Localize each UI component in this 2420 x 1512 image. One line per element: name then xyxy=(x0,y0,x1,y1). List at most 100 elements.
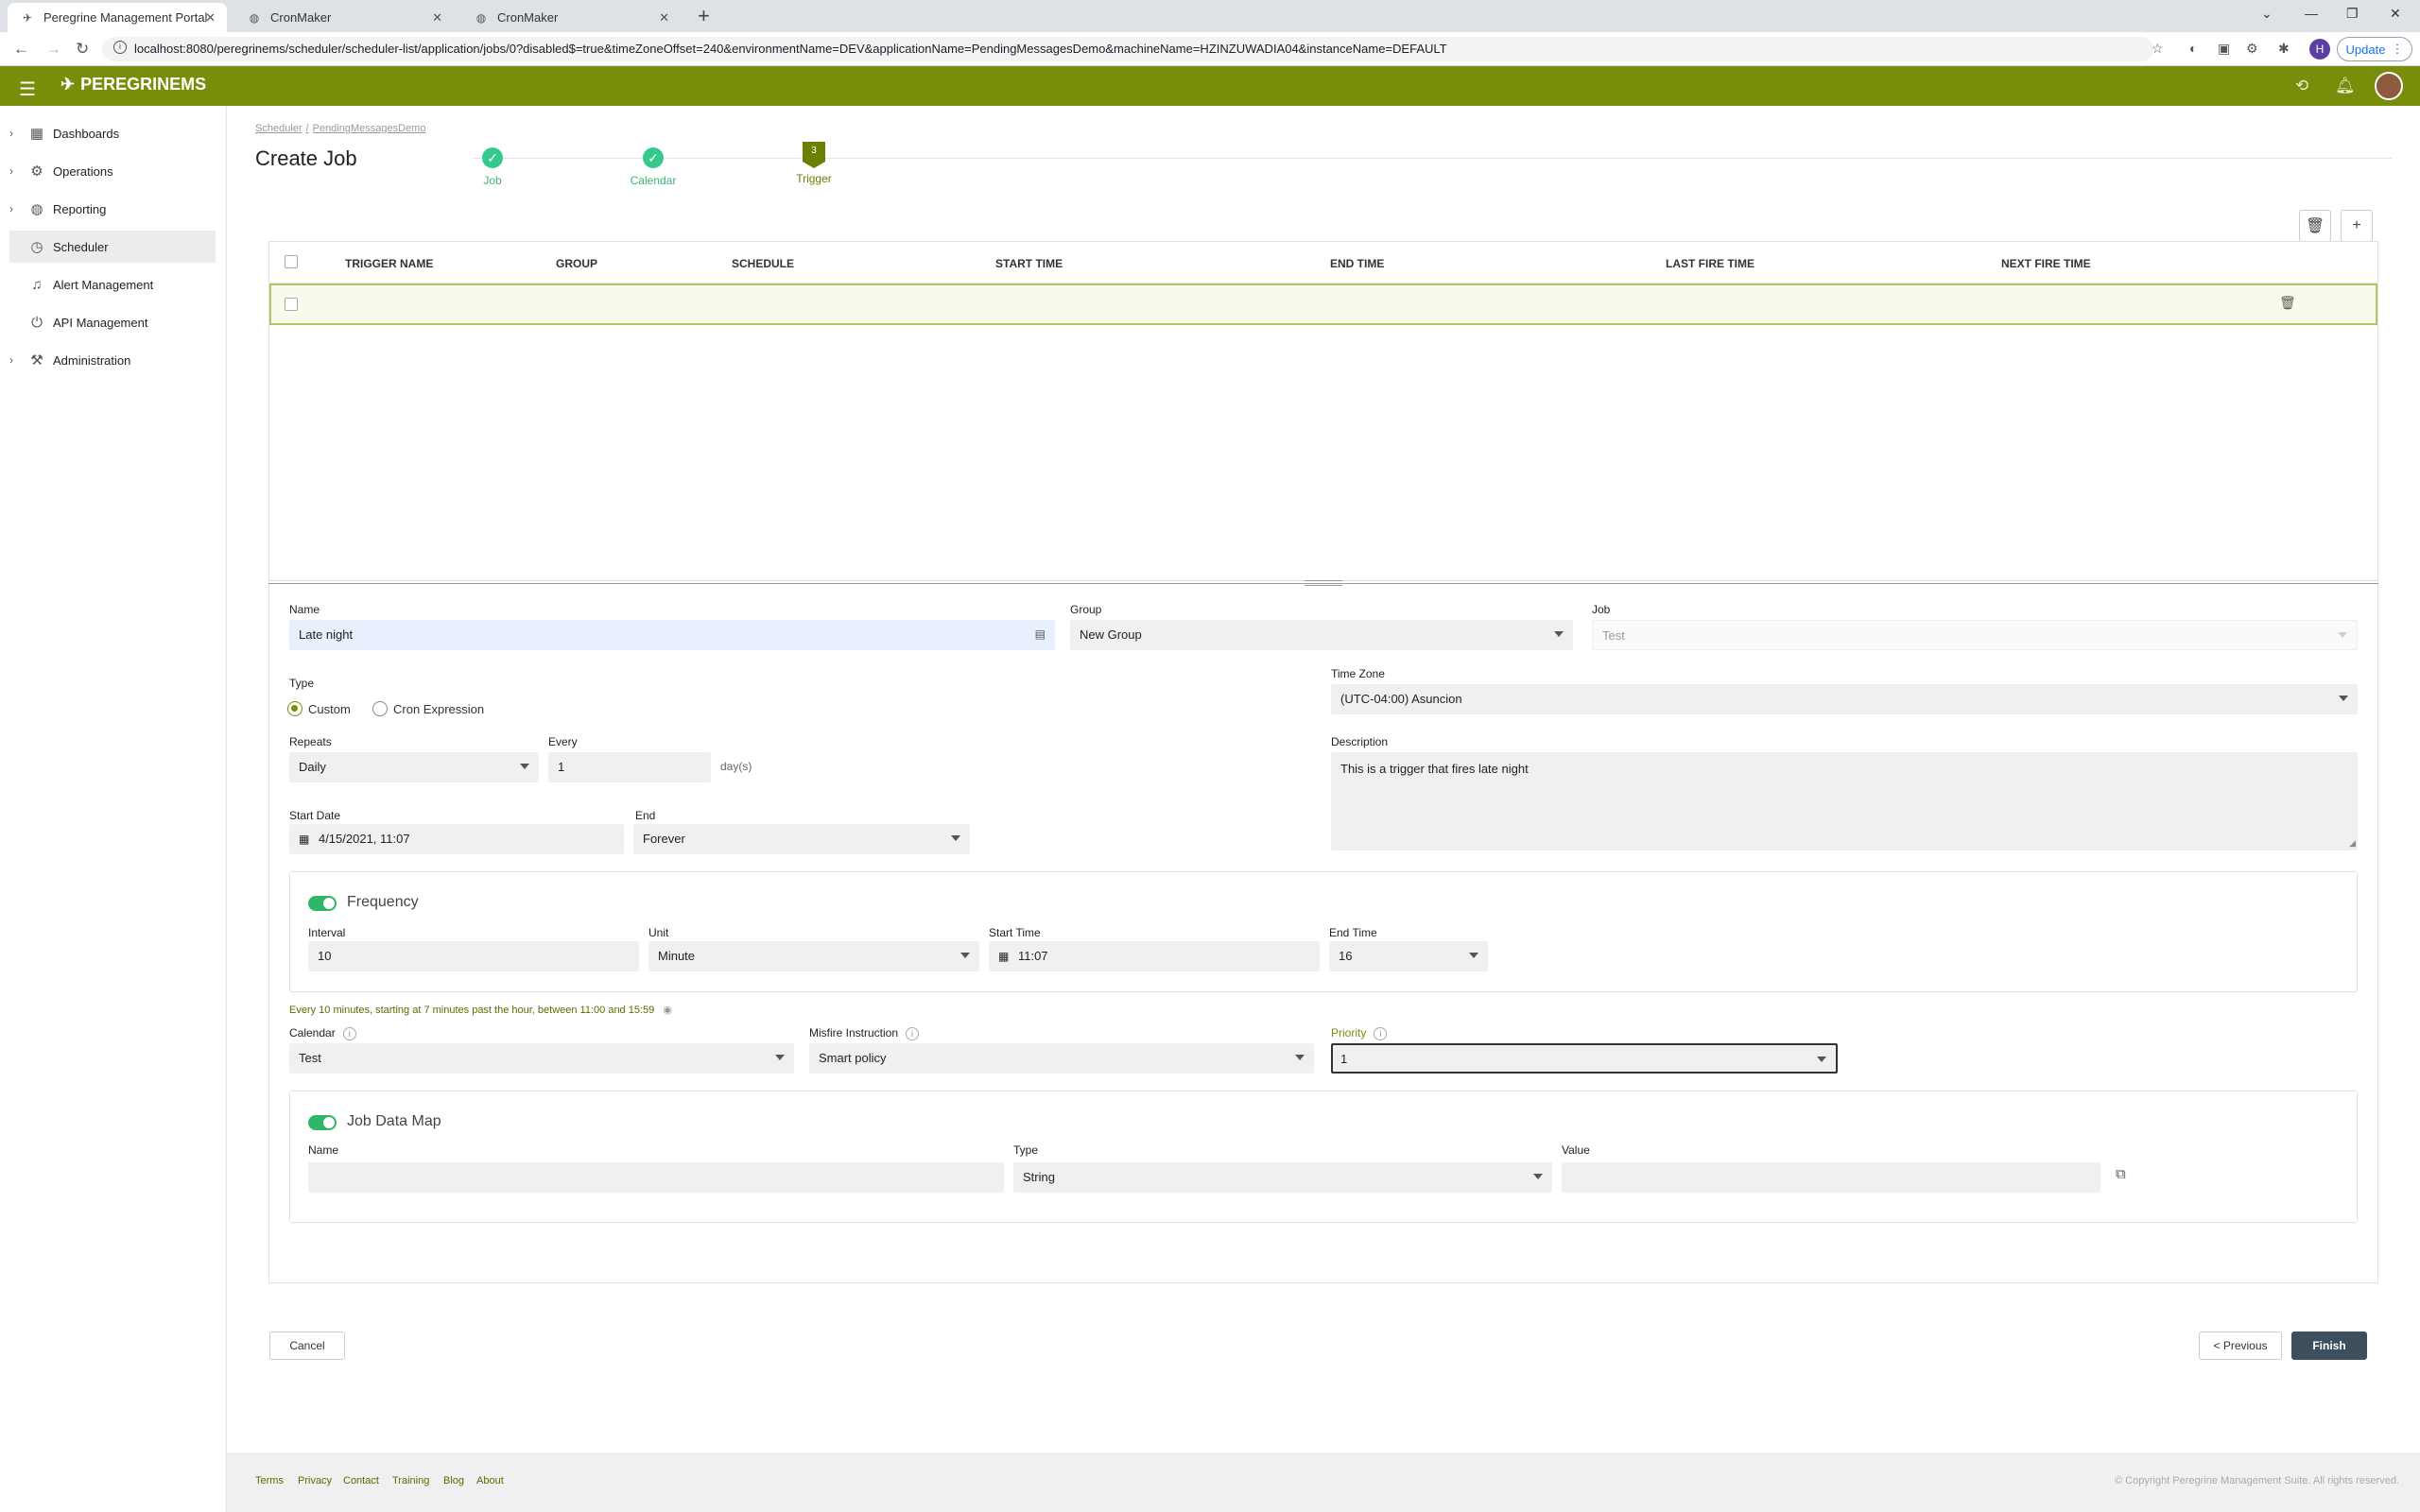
footer-link-privacy[interactable]: Privacy xyxy=(298,1475,332,1486)
close-tab-icon[interactable]: ✕ xyxy=(432,10,442,26)
misfire-select[interactable]: Smart policy xyxy=(809,1043,1314,1074)
column-header-next-fire-time[interactable]: NEXT FIRE TIME xyxy=(2001,257,2091,270)
eye-icon[interactable]: ◉ xyxy=(663,1005,672,1016)
tab-search-icon[interactable]: ⌄ xyxy=(2261,6,2273,22)
step-job[interactable]: ✓ Job xyxy=(469,147,516,187)
frequency-toggle[interactable] xyxy=(308,896,337,911)
bookmark-star-icon[interactable]: ☆ xyxy=(2152,41,2164,57)
step-calendar[interactable]: ✓ Calendar xyxy=(620,147,686,187)
browser-tab-portal[interactable]: ✈ Peregrine Management Portal ✕ xyxy=(8,3,227,32)
breadcrumb-scheduler-link[interactable]: Scheduler xyxy=(255,123,302,134)
browser-tab-cronmaker-1[interactable]: ◍ CronMaker ✕ xyxy=(234,3,454,32)
sidebar-item-alert-management[interactable]: ♫ Alert Management xyxy=(9,268,216,301)
column-header-end-time[interactable]: END TIME xyxy=(1330,257,1384,270)
interval-input[interactable]: 10 xyxy=(308,941,639,971)
step-trigger[interactable]: 3 Trigger xyxy=(790,142,838,185)
row-checkbox[interactable] xyxy=(285,298,298,311)
priority-select[interactable]: 1 xyxy=(1331,1043,1838,1074)
history-icon[interactable]: ⟲ xyxy=(2295,77,2308,95)
copy-icon[interactable]: ⧉ xyxy=(2116,1166,2126,1182)
sidebar-item-api-management[interactable]: ⏻ API Management xyxy=(9,306,216,338)
cancel-button[interactable]: Cancel xyxy=(269,1332,345,1360)
sidebar-item-operations[interactable]: › ⚙ Operations xyxy=(9,155,216,187)
description-textarea[interactable]: This is a trigger that fires late night … xyxy=(1331,752,2358,850)
resize-handle-icon[interactable]: ◢ xyxy=(2349,838,2356,849)
close-tab-icon[interactable]: ✕ xyxy=(205,10,216,26)
jdm-value-label: Value xyxy=(1562,1143,1590,1157)
browser-update-button[interactable]: Update ⋮ xyxy=(2337,37,2412,61)
address-bar[interactable]: i localhost:8080/peregrinems/scheduler/s… xyxy=(102,37,2153,61)
sidebar-item-dashboards[interactable]: › ▦ Dashboards xyxy=(9,117,216,149)
column-header-start-time[interactable]: START TIME xyxy=(995,257,1063,270)
new-tab-icon[interactable]: + xyxy=(698,4,710,28)
footer-link-training[interactable]: Training xyxy=(392,1475,429,1486)
calendar-icon[interactable]: ▦ xyxy=(299,833,309,846)
previous-button[interactable]: < Previous xyxy=(2199,1332,2282,1360)
calendar-select[interactable]: Test xyxy=(289,1043,794,1074)
jdm-type-select[interactable]: String xyxy=(1013,1162,1552,1193)
close-window-icon[interactable]: ✕ xyxy=(2390,6,2401,22)
browser-profile-avatar[interactable]: H xyxy=(2309,39,2330,60)
type-radio-cron[interactable]: Cron Expression xyxy=(372,701,484,716)
restore-icon[interactable]: ❐ xyxy=(2346,6,2359,22)
column-header-group[interactable]: GROUP xyxy=(556,257,597,270)
name-input[interactable]: Late night ▤ xyxy=(289,620,1055,650)
autofill-card-icon[interactable]: ▤ xyxy=(1035,627,1046,641)
select-all-checkbox[interactable] xyxy=(285,255,298,268)
footer-link-terms[interactable]: Terms xyxy=(255,1475,284,1486)
timezone-select[interactable]: (UTC-04:00) Asuncion xyxy=(1331,684,2358,714)
end-time-select[interactable]: 16 xyxy=(1329,941,1488,971)
jdm-value-input[interactable] xyxy=(1562,1162,2100,1193)
trash-icon[interactable]: 🗑︎ xyxy=(2279,295,2296,311)
minimize-icon[interactable]: — xyxy=(2305,6,2318,21)
column-header-trigger-name[interactable]: TRIGGER NAME xyxy=(345,257,433,270)
column-header-last-fire-time[interactable]: LAST FIRE TIME xyxy=(1666,257,1754,270)
extension-1-icon[interactable]: ◐ xyxy=(2189,41,2197,56)
extension-3-icon[interactable]: ⚙ xyxy=(2246,41,2258,57)
info-icon[interactable]: i xyxy=(342,1027,356,1040)
start-date-input[interactable]: ▦ 4/15/2021, 11:07 xyxy=(289,824,624,854)
back-icon[interactable]: ← xyxy=(13,40,29,59)
job-data-map-title: Job Data Map xyxy=(347,1113,441,1129)
extension-2-icon[interactable]: ▣ xyxy=(2218,41,2230,57)
repeats-value: Daily xyxy=(299,760,326,774)
info-icon[interactable]: i xyxy=(1374,1027,1388,1040)
description-value: This is a trigger that fires late night xyxy=(1340,762,1529,776)
type-radio-custom[interactable]: Custom xyxy=(287,701,351,716)
sidebar-item-scheduler[interactable]: ◷ Scheduler xyxy=(9,231,216,263)
every-input[interactable]: 1 xyxy=(548,752,711,782)
group-select[interactable]: New Group xyxy=(1070,620,1573,650)
sidebar-item-reporting[interactable]: › ◍ Reporting xyxy=(9,193,216,225)
check-icon: ✓ xyxy=(482,147,503,168)
calendar-icon[interactable]: ▦ xyxy=(998,950,1009,963)
footer-link-about[interactable]: About xyxy=(476,1475,504,1486)
finish-button[interactable]: Finish xyxy=(2291,1332,2367,1360)
sidebar-item-administration[interactable]: › ⚒ Administration xyxy=(9,344,216,376)
user-avatar[interactable] xyxy=(2375,72,2403,100)
browser-tab-cronmaker-2[interactable]: ◍ CronMaker ✕ xyxy=(461,3,681,32)
site-info-icon[interactable]: i xyxy=(113,41,127,54)
footer-link-contact[interactable]: Contact xyxy=(343,1475,379,1486)
job-data-map-toggle[interactable] xyxy=(308,1115,337,1130)
extensions-puzzle-icon[interactable]: ✱ xyxy=(2278,41,2290,57)
info-icon[interactable]: i xyxy=(906,1027,920,1040)
job-select: Test xyxy=(1592,620,2358,650)
close-tab-icon[interactable]: ✕ xyxy=(659,10,669,26)
breadcrumb-application-link[interactable]: PendingMessagesDemo xyxy=(313,123,426,134)
repeats-select[interactable]: Daily xyxy=(289,752,539,782)
column-header-schedule[interactable]: SCHEDULE xyxy=(732,257,794,270)
app-logo[interactable]: ✈ PEREGRINEMS xyxy=(60,75,206,94)
sidebar-item-label: Administration xyxy=(53,352,131,368)
delete-trigger-button[interactable]: 🗑︎ xyxy=(2299,210,2331,242)
notification-bell-icon[interactable]: 🔔︎ xyxy=(2335,77,2356,95)
table-row[interactable]: 🗑︎ xyxy=(269,284,2377,325)
footer-link-blog[interactable]: Blog xyxy=(443,1475,464,1486)
add-trigger-button[interactable]: + xyxy=(2341,210,2373,242)
hamburger-menu-icon[interactable]: ☰ xyxy=(19,77,36,101)
jdm-name-input[interactable] xyxy=(308,1162,1004,1193)
reload-icon[interactable]: ↻ xyxy=(76,40,89,59)
start-time-input[interactable]: ▦ 11:07 xyxy=(989,941,1320,971)
unit-select[interactable]: Minute xyxy=(648,941,979,971)
forward-icon[interactable]: → xyxy=(45,40,61,59)
end-select[interactable]: Forever xyxy=(633,824,970,854)
